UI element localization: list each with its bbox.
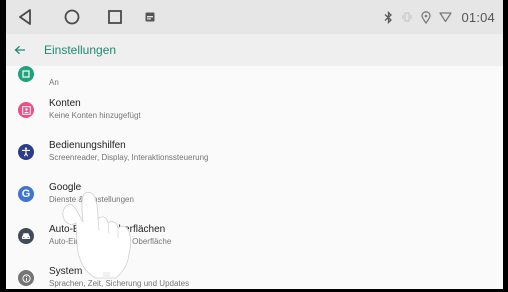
square-icon [18, 66, 34, 82]
nav-back-button[interactable] [16, 0, 34, 34]
status-bar: 01:04 [6, 0, 503, 34]
status-icons: 01:04 [384, 0, 495, 34]
bluetooth-icon [385, 10, 393, 24]
info-icon [18, 270, 34, 286]
settings-list: An Konten Keine Konten hinzugefügt Bedie… [6, 66, 503, 289]
android-screen: 01:04 Einstellungen An Konten Keine Kont… [6, 0, 503, 289]
wifi-icon [439, 12, 453, 23]
settings-item-accessibility[interactable]: Bedienungshilfen Screenreader, Display, … [6, 132, 503, 172]
settings-item-subtitle: An [49, 78, 59, 87]
settings-item-previous[interactable]: An [6, 54, 503, 94]
settings-item-subtitle: Screenreader, Display, Interaktionssteue… [49, 153, 209, 162]
settings-item-google[interactable]: G Google Dienste & Einstellungen [6, 174, 503, 214]
google-icon: G [18, 186, 34, 202]
settings-item-subtitle: Dienste & Einstellungen [49, 195, 134, 204]
location-icon [421, 10, 432, 24]
nav-home-button[interactable] [63, 0, 81, 34]
vibrate-icon [402, 12, 412, 22]
settings-item-subtitle: Keine Konten hinzugefügt [49, 111, 141, 120]
settings-item-subtitle: Auto-Einstellungen der Oberfläche [49, 237, 172, 246]
settings-item-title: Auto-Benutzeroberflächen [49, 224, 166, 235]
settings-item-system[interactable]: System Sprachen, Zeit, Sicherung und Upd… [6, 258, 503, 289]
settings-item-title: Bedienungshilfen [49, 140, 126, 151]
home-circle-icon [64, 9, 80, 25]
back-triangle-icon [19, 9, 31, 25]
recents-square-icon [108, 10, 122, 24]
settings-item-accounts[interactable]: Konten Keine Konten hinzugefügt [6, 90, 503, 130]
status-time: 01:04 [461, 9, 495, 25]
notification-icon [143, 0, 157, 34]
settings-item-title: System [49, 266, 83, 277]
settings-item-title: Konten [49, 98, 81, 109]
car-icon [18, 228, 34, 244]
accessibility-icon [18, 144, 34, 160]
nav-recents-button[interactable] [106, 0, 124, 34]
account-icon [18, 102, 34, 118]
settings-item-title: Google [49, 182, 82, 193]
settings-item-subtitle: Sprachen, Zeit, Sicherung und Updates [49, 279, 190, 288]
settings-item-car-ui[interactable]: Auto-Benutzeroberflächen Auto-Einstellun… [6, 216, 503, 256]
